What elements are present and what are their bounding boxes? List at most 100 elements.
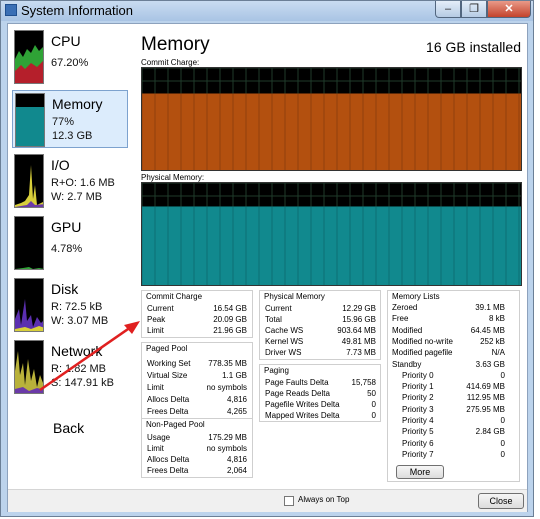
row-value: 49.81 MB [341, 337, 376, 346]
commit-charge-graph-label: Commit Charge: [141, 58, 200, 67]
physical-kernel-ws-row: Kernel WS 49.81 MB [265, 337, 376, 348]
row-value: 252 kB [480, 336, 505, 346]
row-value: 3.63 GB [475, 359, 505, 369]
row-value: N/A [491, 348, 505, 358]
sidebar-item-label: Memory [52, 96, 103, 112]
row-value: 4,265 [226, 407, 247, 416]
sidebar-item-value: S: 147.91 kB [51, 377, 114, 389]
sidebar-item-label: Network [51, 343, 103, 359]
memory-list-row: Standby 3.63 GB [392, 360, 505, 371]
memory-list-row: Priority 7 0 [392, 450, 505, 461]
panel-title: Paged Pool [146, 344, 188, 353]
always-on-top-label: Always on Top [298, 495, 350, 504]
physical-total-row: Total 15.96 GB [265, 315, 376, 326]
sidebar-item-value: R: 72.5 kB [51, 301, 103, 313]
page-faults-delta-row: Page Faults Delta 15,758 [265, 378, 376, 389]
sidebar-item-value: W: 2.7 MB [51, 191, 103, 203]
row-value: 0 [371, 411, 376, 420]
sidebar-item-value: 67.20% [51, 57, 89, 69]
row-value: 1.1 GB [222, 371, 247, 380]
io-graph-thumbnail [14, 154, 44, 208]
close-icon[interactable]: ✕ [487, 1, 531, 18]
row-value: 175.29 MB [208, 433, 247, 442]
row-value: 903.64 MB [337, 326, 376, 335]
row-label: Allocs Delta [147, 455, 190, 464]
physical-memory-graph-label: Physical Memory: [141, 173, 205, 182]
row-value: no symbols [206, 444, 247, 453]
close-button[interactable]: Close [478, 493, 524, 509]
memory-graph-thumbnail [15, 93, 45, 147]
sidebar-item-cpu[interactable]: CPU 67.20% [12, 28, 128, 86]
memory-list-row: Priority 3 275.95 MB [392, 405, 505, 416]
row-value: 778.35 MB [208, 359, 247, 368]
system-information-window: System Information – ❐ ✕ CPU 67.20% Memo… [0, 0, 534, 517]
disk-graph-thumbnail [14, 278, 44, 332]
row-label: Usage [147, 433, 171, 442]
row-value: 275.95 MB [466, 404, 505, 414]
row-value: no symbols [206, 383, 247, 392]
sidebar-item-disk[interactable]: Disk R: 72.5 kB W: 3.07 MB [12, 276, 128, 334]
paged-limit-row: Limit no symbols [147, 383, 247, 394]
row-label: Total [265, 315, 282, 324]
sidebar-item-value: R+O: 1.6 MB [51, 177, 115, 189]
row-label: Priority 5 [402, 427, 434, 437]
row-value: 0 [500, 438, 505, 448]
sidebar-item-gpu[interactable]: GPU 4.78% [12, 214, 128, 272]
physical-memory-panel: Physical Memory Current 12.29 GB Total 15.… [259, 290, 381, 360]
always-on-top-checkbox[interactable] [284, 496, 294, 506]
row-value: 7.73 MB [346, 348, 376, 357]
row-label: Working Set [147, 359, 191, 368]
memory-list-row: Zeroed 39.1 MB [392, 303, 505, 314]
minimize-icon[interactable]: – [435, 1, 461, 18]
row-value: 0 [500, 370, 505, 380]
row-value: 12.29 GB [342, 304, 376, 313]
sidebar-item-memory[interactable]: Memory 77% 12.3 GB [12, 90, 128, 148]
physical-driver-ws-row: Driver WS 7.73 MB [265, 348, 376, 359]
commit-peak-row: Peak 20.09 GB [147, 315, 247, 326]
panel-title: Memory Lists [392, 292, 440, 301]
title-bar[interactable]: System Information – ❐ ✕ [1, 1, 533, 21]
row-label: Modified [392, 325, 423, 335]
sidebar-item-label: GPU [51, 219, 82, 235]
row-label: Modified no-write [392, 336, 453, 346]
sidebar-item-label: I/O [51, 157, 70, 173]
non-paged-pool-panel: Non-Paged Pool Usage 175.29 MB Limit no sy… [141, 418, 253, 478]
row-value: 4,816 [226, 395, 247, 404]
row-label: Standby [392, 359, 422, 369]
row-label: Limit [147, 444, 164, 453]
window-title: System Information [21, 3, 133, 18]
panel-title: Paging [264, 366, 289, 375]
row-value: 15,758 [351, 378, 376, 387]
memory-list-row: Priority 1 414.69 MB [392, 382, 505, 393]
row-value: 2,064 [226, 466, 247, 475]
restore-icon[interactable]: ❐ [461, 1, 487, 18]
row-value: 64.45 MB [470, 325, 505, 335]
row-label: Allocs Delta [147, 395, 190, 404]
commit-charge-graph [141, 67, 522, 171]
row-label: Free [392, 314, 409, 324]
sidebar-item-network[interactable]: Network R: 1.82 MB S: 147.91 kB [12, 338, 128, 396]
panel-title: Commit Charge [146, 292, 203, 301]
client-area: CPU 67.20% Memory 77% 12.3 GB I/O R+O: 1… [7, 23, 528, 512]
paged-allocs-delta-row: Allocs Delta 4,816 [147, 395, 247, 406]
more-button[interactable]: More [396, 465, 444, 479]
memory-panel: Memory 16 GB installed Commit Charge: Ph… [132, 24, 527, 489]
cpu-graph-thumbnail [14, 30, 44, 84]
nonpaged-usage-row: Usage 175.29 MB [147, 433, 247, 444]
sidebar-item-io[interactable]: I/O R+O: 1.6 MB W: 2.7 MB [12, 152, 128, 210]
commit-limit-row: Limit 21.96 GB [147, 326, 247, 337]
row-value: 0 [500, 416, 505, 425]
row-label: Priority 1 [402, 382, 434, 392]
row-value: 8 kB [488, 314, 505, 324]
memory-list-row: Priority 0 0 [392, 371, 505, 382]
sidebar-item-label: CPU [51, 33, 81, 49]
row-label: Frees Delta [147, 466, 189, 475]
row-label: Virtual Size [147, 371, 188, 380]
paged-frees-delta-row: Frees Delta 4,265 [147, 407, 247, 418]
window-controls: – ❐ ✕ [435, 1, 531, 19]
memory-list-row: Free 8 kB [392, 314, 505, 325]
row-label: Priority 6 [402, 438, 434, 448]
graph-area [142, 206, 521, 285]
row-value: 0 [500, 449, 505, 459]
nonpaged-frees-delta-row: Frees Delta 2,064 [147, 466, 247, 477]
